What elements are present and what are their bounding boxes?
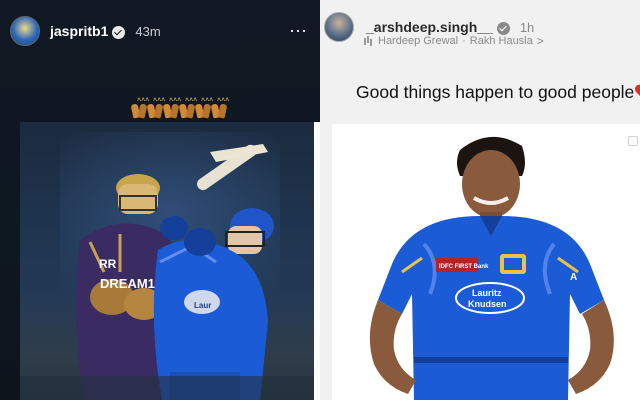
jersey-brand-rr: RR xyxy=(99,257,117,271)
player-portrait-illustration: IDFC FIRST Bank Lauritz Knudsen A xyxy=(369,136,614,400)
share-icon[interactable] xyxy=(628,136,638,146)
avatar[interactable] xyxy=(324,12,354,42)
music-song: Rakh Hausla xyxy=(469,35,533,47)
clapping-hands-icon: ˄˄˄ xyxy=(178,97,197,119)
music-separator: · xyxy=(462,35,466,47)
jersey-sponsor-text: Laur xyxy=(194,301,211,310)
jersey-sponsor-line2: Knudsen xyxy=(468,299,507,309)
story-header: jaspritb1 43m ··· xyxy=(10,14,310,48)
music-note-icon xyxy=(364,36,372,46)
story-timestamp: 1h xyxy=(519,19,535,35)
story-jaspritb1[interactable]: jaspritb1 43m ··· ˄˄˄ ˄˄˄ ˄˄˄ ˄˄˄ ˄˄˄ ˄˄… xyxy=(0,0,320,400)
jersey-brand-dream: DREAM1 xyxy=(100,276,155,291)
clapping-hands-icon: ˄˄˄ xyxy=(162,97,181,119)
clapping-hands-icon-row: ˄˄˄ ˄˄˄ ˄˄˄ ˄˄˄ ˄˄˄ ˄˄˄ xyxy=(130,97,229,119)
music-artist: Hardeep Grewal xyxy=(378,35,459,47)
chevron-right-icon: > xyxy=(536,34,544,48)
avatar[interactable] xyxy=(10,16,40,46)
verified-badge-icon xyxy=(112,25,126,39)
cricket-action-photo: RR DREAM1 Laur xyxy=(20,122,320,400)
clapping-hands-icon: ˄˄˄ xyxy=(210,97,229,119)
player-portrait-photo: IDFC FIRST Bank Lauritz Knudsen A xyxy=(332,124,640,400)
caption-text: Good things happen to good people xyxy=(356,82,635,102)
clapping-hands-icon: ˄˄˄ xyxy=(146,97,165,119)
username[interactable]: jaspritb1 xyxy=(50,23,108,39)
verified-badge-icon xyxy=(496,21,510,35)
story-caption: Good things happen to good people xyxy=(356,82,640,103)
jersey-sponsor-line1: Lauritz xyxy=(472,288,502,298)
jersey-sponsor-top: IDFC FIRST Bank xyxy=(439,264,489,270)
music-attribution[interactable]: Hardeep Grewal · Rakh Hausla > xyxy=(364,34,544,48)
username[interactable]: _arshdeep.singh__ xyxy=(366,19,493,35)
players-illustration: RR DREAM1 Laur xyxy=(20,144,320,400)
sleeve-text: A xyxy=(570,272,577,283)
story-timestamp: 43m xyxy=(135,23,161,39)
red-heart-icon xyxy=(636,85,640,99)
clapping-hands-icon: ˄˄˄ xyxy=(194,97,213,119)
clapping-hands-icon: ˄˄˄ xyxy=(130,97,149,119)
more-options-icon[interactable]: ··· xyxy=(286,18,310,42)
batter-figure: Laur xyxy=(153,144,274,400)
